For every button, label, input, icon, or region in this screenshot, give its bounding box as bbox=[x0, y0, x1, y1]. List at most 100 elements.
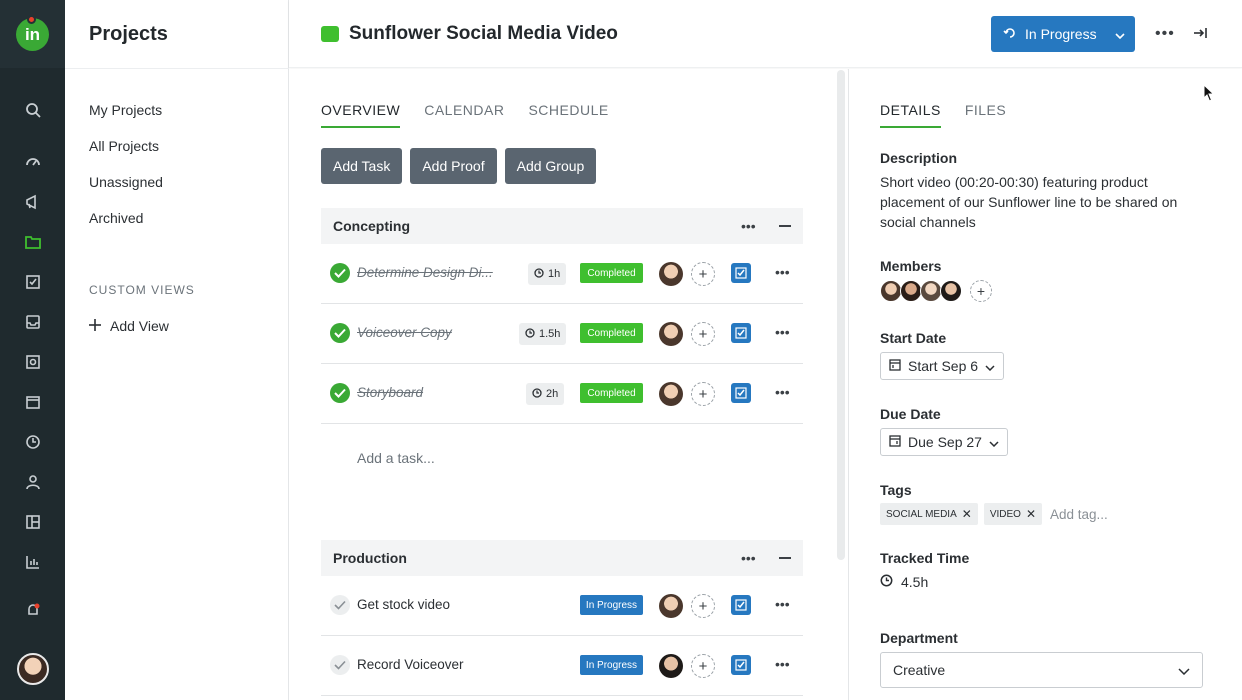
tab-details[interactable]: DETAILS bbox=[880, 102, 941, 128]
time-icon[interactable] bbox=[22, 431, 44, 453]
description-text[interactable]: Short video (00:20-00:30) featuring prod… bbox=[880, 172, 1210, 232]
tab-calendar[interactable]: CALENDAR bbox=[424, 102, 504, 128]
task-checkbox-icon[interactable] bbox=[731, 383, 751, 403]
nav-item-all-projects[interactable]: All Projects bbox=[89, 138, 159, 154]
department-select[interactable]: Creative bbox=[880, 652, 1203, 688]
status-dropdown-button[interactable]: In Progress bbox=[991, 16, 1135, 52]
scrollbar[interactable] bbox=[837, 70, 845, 560]
task-more-icon[interactable]: ••• bbox=[775, 596, 790, 612]
task-row[interactable]: Determine Design Di... 1h Completed + ••… bbox=[321, 244, 803, 304]
layout-icon[interactable] bbox=[22, 511, 44, 533]
add-assignee-icon[interactable]: + bbox=[691, 654, 715, 678]
add-assignee-icon[interactable]: + bbox=[691, 382, 715, 406]
nav-item-unassigned[interactable]: Unassigned bbox=[89, 174, 163, 190]
task-checkbox-icon[interactable] bbox=[731, 323, 751, 343]
tab-overview[interactable]: OVERVIEW bbox=[321, 102, 401, 128]
incomplete-check-icon[interactable] bbox=[330, 655, 350, 675]
task-more-icon[interactable]: ••• bbox=[775, 324, 790, 340]
group-more-icon[interactable]: ••• bbox=[741, 218, 756, 234]
task-checkbox-icon[interactable] bbox=[731, 263, 751, 283]
tag-chip[interactable]: VIDEO ✕ bbox=[983, 503, 1043, 525]
inbox-icon[interactable] bbox=[22, 311, 44, 333]
status-badge[interactable]: Completed bbox=[580, 323, 643, 343]
tab-schedule[interactable]: SCHEDULE bbox=[528, 102, 608, 128]
task-row[interactable]: Storyboard 2h Completed + ••• bbox=[321, 364, 803, 424]
task-name[interactable]: Determine Design Di... bbox=[357, 265, 505, 280]
nav-item-my-projects[interactable]: My Projects bbox=[89, 102, 162, 118]
add-assignee-icon[interactable]: + bbox=[691, 594, 715, 618]
tasks-icon[interactable] bbox=[22, 271, 44, 293]
status-badge[interactable]: Completed bbox=[580, 383, 643, 403]
more-options-icon[interactable]: ••• bbox=[1155, 25, 1175, 43]
members-label: Members bbox=[880, 258, 942, 274]
calendar-icon[interactable] bbox=[22, 391, 44, 413]
add-task-button[interactable]: Add Task bbox=[321, 148, 403, 184]
proofing-icon[interactable] bbox=[22, 351, 44, 373]
add-member-icon[interactable]: + bbox=[970, 280, 992, 302]
time-badge: 1.5h bbox=[519, 323, 567, 345]
status-badge[interactable]: In Progress bbox=[580, 595, 643, 615]
remove-tag-icon[interactable]: ✕ bbox=[962, 507, 972, 521]
assignee-avatar[interactable] bbox=[659, 594, 683, 618]
tab-files[interactable]: FILES bbox=[965, 102, 1006, 128]
description-label: Description bbox=[880, 150, 958, 166]
task-checkbox-icon[interactable] bbox=[731, 655, 751, 675]
group-collapse-icon[interactable] bbox=[779, 225, 791, 227]
nav-item-archived[interactable]: Archived bbox=[89, 210, 143, 226]
task-checkbox-icon[interactable] bbox=[731, 595, 751, 615]
task-row[interactable]: Get stock video In Progress + ••• bbox=[321, 576, 803, 636]
task-name[interactable]: Voiceover Copy bbox=[357, 325, 497, 340]
task-name[interactable]: Storyboard bbox=[357, 385, 497, 400]
add-assignee-icon[interactable]: + bbox=[691, 322, 715, 346]
member-avatar[interactable] bbox=[900, 280, 922, 302]
incomplete-check-icon[interactable] bbox=[330, 595, 350, 615]
add-task-input[interactable]: Add a task... bbox=[357, 450, 435, 466]
reports-icon[interactable] bbox=[22, 551, 44, 573]
notifications-icon[interactable] bbox=[22, 599, 44, 621]
add-view-button[interactable]: Add View bbox=[89, 318, 169, 334]
status-badge[interactable]: In Progress bbox=[580, 655, 643, 675]
collapse-panel-icon[interactable] bbox=[1192, 25, 1208, 46]
status-badge[interactable]: Completed bbox=[580, 263, 643, 283]
user-avatar[interactable] bbox=[17, 653, 49, 685]
clock-icon bbox=[532, 387, 542, 401]
tag-chip[interactable]: SOCIAL MEDIA ✕ bbox=[880, 503, 978, 525]
task-row[interactable]: Voiceover Copy 1.5h Completed + ••• bbox=[321, 304, 803, 364]
start-date-picker[interactable]: Start Sep 6 bbox=[880, 352, 1005, 380]
assignee-avatar[interactable] bbox=[659, 654, 683, 678]
task-more-icon[interactable]: ••• bbox=[775, 656, 790, 672]
task-row[interactable]: Record Voiceover In Progress + ••• bbox=[321, 636, 803, 696]
logo-area: in bbox=[0, 0, 65, 68]
nav-divider bbox=[65, 68, 289, 69]
projects-icon[interactable] bbox=[22, 231, 44, 253]
people-icon[interactable] bbox=[22, 471, 44, 493]
dashboard-icon[interactable] bbox=[22, 151, 44, 173]
due-date-picker[interactable]: Due Sep 27 bbox=[880, 428, 1008, 456]
due-date-value: Due Sep 27 bbox=[908, 434, 982, 450]
assignee-avatar[interactable] bbox=[659, 382, 683, 406]
plus-icon bbox=[89, 318, 101, 334]
tracked-time[interactable]: 4.5h bbox=[880, 574, 928, 590]
member-avatar[interactable] bbox=[920, 280, 942, 302]
add-tag-input[interactable]: Add tag... bbox=[1050, 507, 1108, 522]
task-name[interactable]: Get stock video bbox=[357, 597, 557, 612]
task-more-icon[interactable]: ••• bbox=[775, 384, 790, 400]
completed-check-icon[interactable] bbox=[330, 323, 350, 343]
add-assignee-icon[interactable]: + bbox=[691, 262, 715, 286]
group-collapse-icon[interactable] bbox=[779, 557, 791, 559]
group-more-icon[interactable]: ••• bbox=[741, 550, 756, 566]
completed-check-icon[interactable] bbox=[330, 383, 350, 403]
task-more-icon[interactable]: ••• bbox=[775, 264, 790, 280]
campaigns-icon[interactable] bbox=[22, 191, 44, 213]
member-avatar[interactable] bbox=[880, 280, 902, 302]
add-group-button[interactable]: Add Group bbox=[504, 148, 597, 184]
chevron-down-icon bbox=[985, 358, 995, 374]
member-avatar[interactable] bbox=[940, 280, 962, 302]
search-icon[interactable] bbox=[22, 99, 44, 121]
assignee-avatar[interactable] bbox=[659, 262, 683, 286]
add-proof-button[interactable]: Add Proof bbox=[410, 148, 497, 184]
completed-check-icon[interactable] bbox=[330, 263, 350, 283]
remove-tag-icon[interactable]: ✕ bbox=[1026, 507, 1036, 521]
assignee-avatar[interactable] bbox=[659, 322, 683, 346]
task-name[interactable]: Record Voiceover bbox=[357, 657, 557, 672]
